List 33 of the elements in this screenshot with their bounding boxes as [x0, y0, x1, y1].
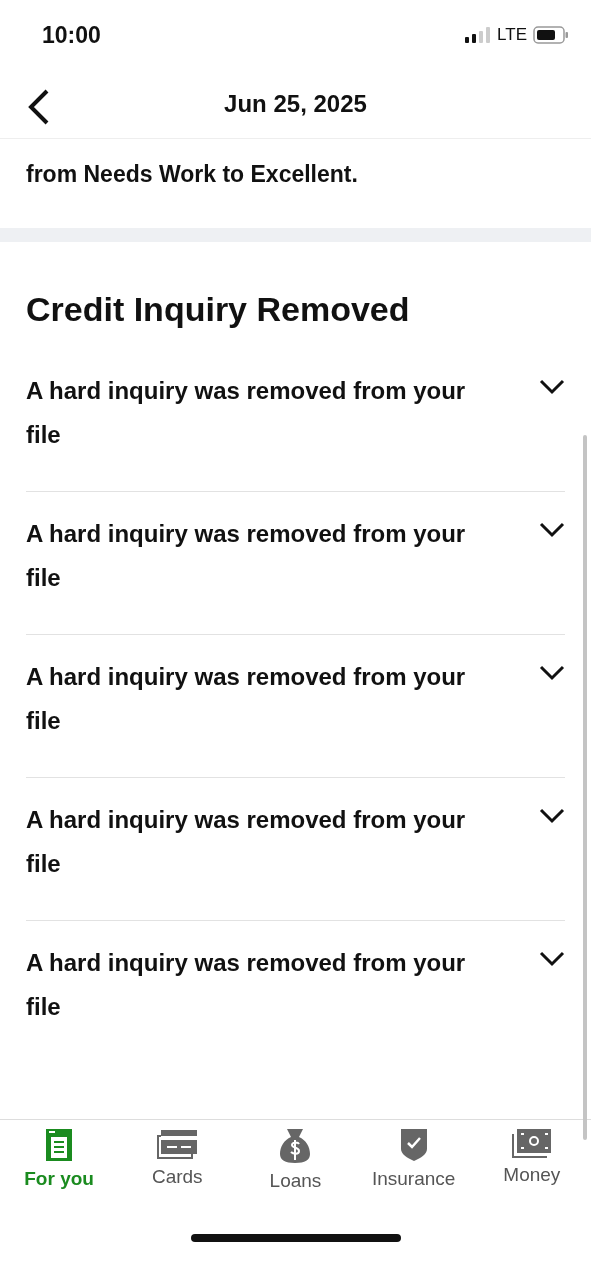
tab-item[interactable]: Cards [118, 1128, 237, 1220]
inquiry-text: A hard inquiry was removed from your file [26, 662, 467, 736]
expand-button[interactable] [539, 951, 565, 967]
chevron-icon [539, 665, 565, 681]
credit-card-icon [157, 1128, 198, 1160]
signal-icon [465, 27, 492, 43]
inquiry-text: A hard inquiry was removed from your file [26, 376, 467, 450]
network-label: LTE [497, 25, 527, 45]
tab-item[interactable]: Insurance [354, 1128, 473, 1220]
chevron-icon [539, 522, 565, 538]
inquiry-text: A hard inquiry was removed from your file [26, 948, 467, 1022]
chevron-icon [539, 379, 565, 395]
expand-button[interactable] [539, 665, 565, 681]
back-icon [26, 88, 50, 126]
expand-button[interactable] [539, 379, 565, 395]
battery-icon [533, 26, 569, 44]
expand-button[interactable] [539, 522, 565, 538]
factor-change-text: from Needs Work to Excellent. [26, 161, 358, 187]
tab-item[interactable]: Money [472, 1128, 591, 1220]
section-title: Credit Inquiry Removed [26, 290, 411, 329]
expand-button[interactable] [539, 808, 565, 824]
tab-item[interactable]: For you [0, 1128, 119, 1220]
cash-icon [511, 1128, 552, 1158]
tab-item[interactable]: Loans [236, 1128, 355, 1220]
chevron-icon [539, 951, 565, 967]
document-icon [45, 1128, 74, 1162]
clock-time: 10:00 [42, 21, 101, 49]
chevron-icon [539, 808, 565, 824]
inquiry-text: A hard inquiry was removed from your file [26, 519, 467, 593]
money-bag-icon [279, 1128, 312, 1164]
shield-check-icon [399, 1128, 428, 1162]
page-title: Jun 25, 2025 [224, 90, 367, 118]
inquiry-text: A hard inquiry was removed from your file [26, 805, 467, 879]
